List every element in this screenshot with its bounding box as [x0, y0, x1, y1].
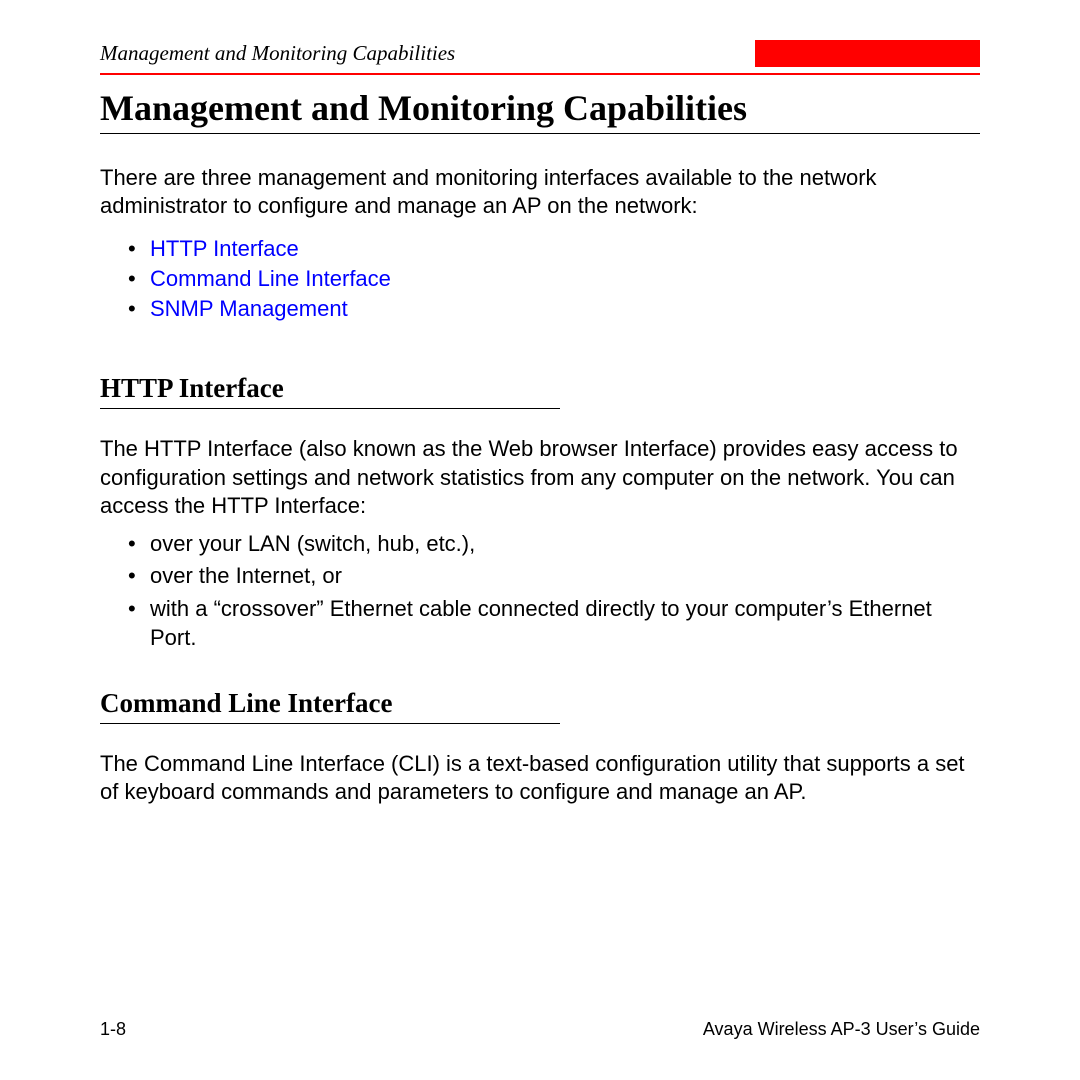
header-rule — [100, 73, 980, 75]
header-row: Management and Monitoring Capabilities — [100, 40, 980, 73]
link-http-interface[interactable]: HTTP Interface — [150, 234, 980, 264]
link-command-line-interface[interactable]: Command Line Interface — [150, 264, 980, 294]
page-title: Management and Monitoring Capabilities — [100, 87, 980, 134]
running-head: Management and Monitoring Capabilities — [100, 41, 455, 66]
page: Management and Monitoring Capabilities M… — [0, 0, 1080, 1080]
page-footer: 1-8 Avaya Wireless AP-3 User’s Guide — [100, 1019, 980, 1040]
http-bullet-list: over your LAN (switch, hub, etc.), over … — [100, 530, 980, 652]
red-accent-block — [755, 40, 980, 67]
list-item: with a “crossover” Ethernet cable connec… — [150, 595, 980, 652]
cli-body: The Command Line Interface (CLI) is a te… — [100, 750, 980, 806]
interface-link-list: HTTP Interface Command Line Interface SN… — [100, 234, 980, 323]
list-item: over your LAN (switch, hub, etc.), — [150, 530, 980, 559]
section-heading-cli: Command Line Interface — [100, 688, 560, 724]
page-number: 1-8 — [100, 1019, 126, 1040]
guide-title: Avaya Wireless AP-3 User’s Guide — [703, 1019, 980, 1040]
intro-paragraph: There are three management and monitorin… — [100, 164, 980, 220]
list-item: over the Internet, or — [150, 562, 980, 591]
http-body: The HTTP Interface (also known as the We… — [100, 435, 980, 519]
section-heading-http: HTTP Interface — [100, 373, 560, 409]
link-snmp-management[interactable]: SNMP Management — [150, 294, 980, 324]
